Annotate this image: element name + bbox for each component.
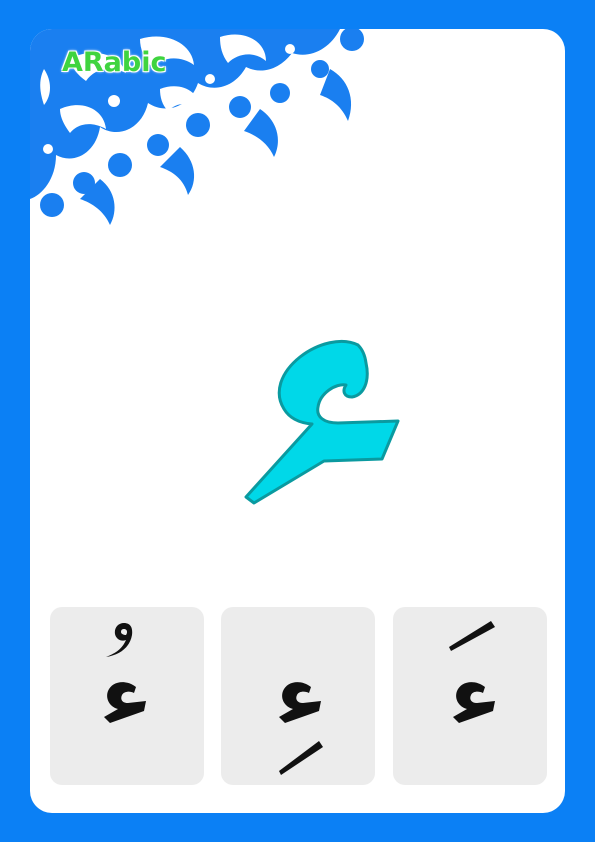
letter-tile-fatha[interactable] (393, 607, 547, 785)
brand-logo: ARabic (62, 47, 167, 78)
ain-kasra-icon (279, 682, 323, 775)
ain-damma-icon (104, 623, 146, 723)
letter-tile-damma[interactable] (50, 607, 204, 785)
flashcard: ARabic (30, 29, 565, 813)
main-letter-ain (244, 339, 400, 505)
ain-fatha-icon (449, 621, 495, 723)
letter-tile-kasra[interactable] (221, 607, 375, 785)
